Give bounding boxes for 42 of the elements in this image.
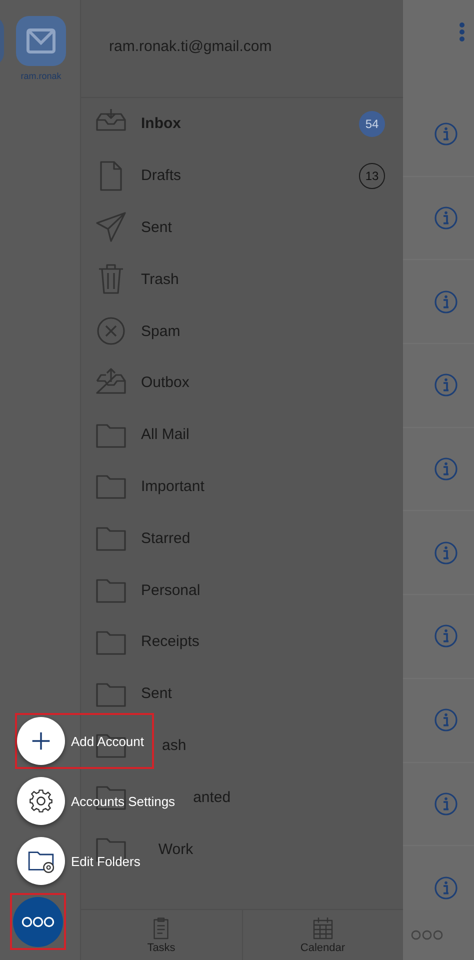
folder-item[interactable]: Trash — [141, 270, 179, 288]
menu-action[interactable]: Accounts Settings — [15, 773, 186, 829]
count-badge: 13 — [359, 162, 385, 189]
cross-circle-icon — [95, 315, 127, 348]
folder-item[interactable]: Inbox — [141, 115, 181, 132]
calendar-icon — [310, 916, 335, 940]
info-icon[interactable] — [434, 290, 458, 314]
folder-item[interactable]: Work — [158, 840, 194, 858]
paper-plane-icon — [95, 211, 127, 244]
folder-item[interactable]: ash — [162, 736, 186, 754]
gear-icon — [28, 788, 54, 814]
envelope-icon — [26, 28, 56, 54]
info-icon[interactable] — [434, 373, 458, 398]
info-icon[interactable] — [434, 792, 458, 816]
folder-item[interactable]: All Mail — [141, 426, 190, 444]
folder-item[interactable]: Outbox — [141, 374, 190, 392]
menu-action[interactable]: Edit Folders — [15, 833, 150, 889]
info-icon[interactable] — [434, 876, 458, 900]
folder-item[interactable]: Important — [141, 478, 204, 495]
info-icon[interactable] — [434, 206, 458, 230]
more-vertical-icon[interactable] — [458, 22, 466, 42]
folder-item[interactable]: Sent — [141, 685, 172, 702]
info-icon[interactable] — [434, 122, 458, 146]
folder-item[interactable]: Receipts — [141, 633, 200, 650]
account-avatar[interactable] — [16, 16, 66, 66]
count-badge: 54 — [359, 110, 385, 137]
info-icon[interactable] — [434, 457, 458, 482]
folder-item[interactable]: Sent — [141, 218, 172, 236]
folder-item[interactable]: Spam — [141, 322, 180, 340]
more-icon — [21, 916, 55, 928]
folder-item[interactable]: Starred — [141, 530, 190, 547]
bottom-tab[interactable]: Tasks — [81, 910, 242, 960]
more-icon[interactable] — [411, 930, 443, 940]
folder-item[interactable]: Personal — [141, 582, 200, 599]
folder-item[interactable]: anted — [193, 788, 231, 806]
account-label: ram.ronak — [20, 71, 62, 81]
info-icon[interactable] — [434, 708, 458, 732]
account-email: ram.ronak.ti@gmail.com — [109, 38, 272, 55]
menu-action[interactable]: Add Account — [15, 713, 154, 769]
info-icon[interactable] — [434, 624, 458, 648]
info-icon[interactable] — [434, 540, 458, 565]
folder-item[interactable]: Drafts — [141, 167, 182, 184]
